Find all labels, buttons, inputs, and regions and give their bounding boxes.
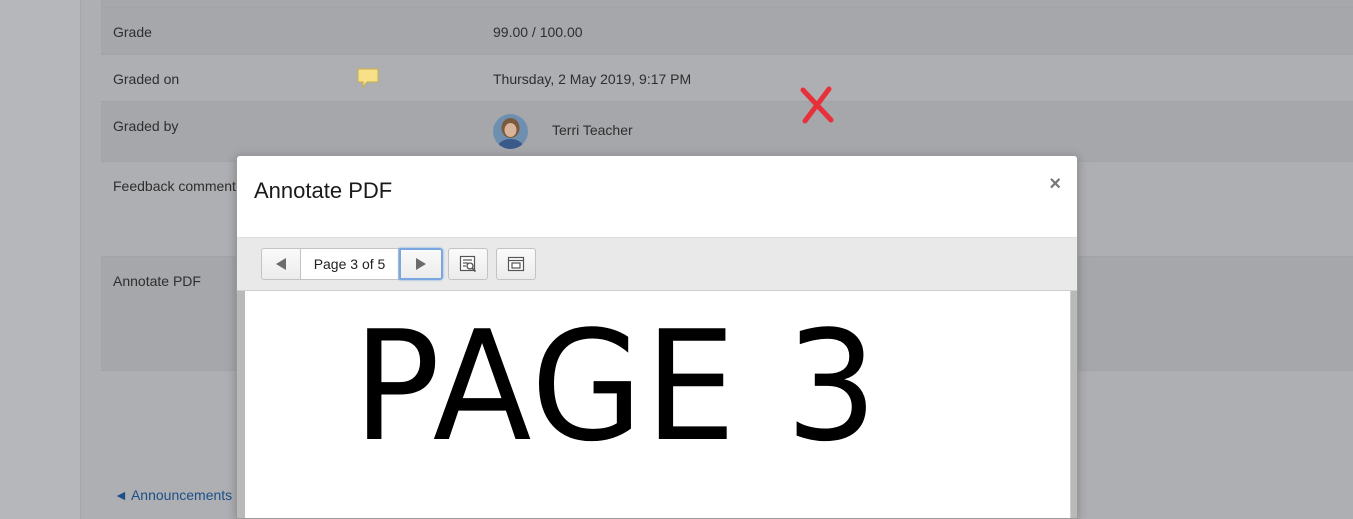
- annotate-pdf-dialog: Annotate PDF × Page 3 of 5 PAGE 3: [236, 155, 1078, 519]
- left-gutter: [0, 0, 81, 519]
- previous-page-button[interactable]: [261, 248, 301, 280]
- next-page-button[interactable]: [399, 248, 443, 280]
- pdf-page[interactable]: PAGE 3: [245, 291, 1071, 518]
- close-icon[interactable]: ×: [1049, 174, 1061, 194]
- dialog-header: Annotate PDF ×: [237, 156, 1077, 237]
- table-row-graded-by: Graded by Terri Teacher: [101, 101, 1353, 161]
- table-row-graded-on: Graded on Thursday, 2 May 2019, 9:17 PM: [101, 54, 1353, 101]
- dialog-title: Annotate PDF: [254, 178, 393, 203]
- comment-icon[interactable]: [356, 68, 380, 89]
- table-row-top: [101, 0, 1353, 7]
- chevron-left-icon: [276, 258, 286, 270]
- previous-activity-link[interactable]: ◄ Announcements: [114, 487, 232, 503]
- avatar[interactable]: [493, 114, 528, 149]
- pdf-viewer[interactable]: PAGE 3: [237, 291, 1077, 518]
- graded-on-value: Thursday, 2 May 2019, 9:17 PM: [493, 71, 692, 87]
- chevron-right-icon: [416, 258, 426, 270]
- page-navigation: Page 3 of 5: [261, 248, 443, 280]
- graded-by-label: Graded by: [113, 118, 179, 134]
- expand-comments-icon: [507, 256, 525, 272]
- feedback-comments-label: Feedback comments: [113, 178, 243, 194]
- red-x-icon: [799, 86, 835, 124]
- page-select[interactable]: Page 3 of 5: [301, 248, 399, 280]
- annotate-pdf-label: Annotate PDF: [113, 273, 201, 289]
- table-row-grade: Grade 99.00 / 100.00: [101, 7, 1353, 54]
- pdf-toolbar: Page 3 of 5: [237, 237, 1077, 291]
- grade-value: 99.00 / 100.00: [493, 24, 583, 40]
- grade-label: Grade: [113, 24, 152, 40]
- search-comments-icon: [459, 255, 477, 273]
- search-comments-button[interactable]: [448, 248, 488, 280]
- graded-on-label: Graded on: [113, 71, 180, 87]
- expand-comments-button[interactable]: [496, 248, 536, 280]
- pdf-page-content: PAGE 3: [353, 298, 880, 475]
- grader-name[interactable]: Terri Teacher: [552, 122, 633, 138]
